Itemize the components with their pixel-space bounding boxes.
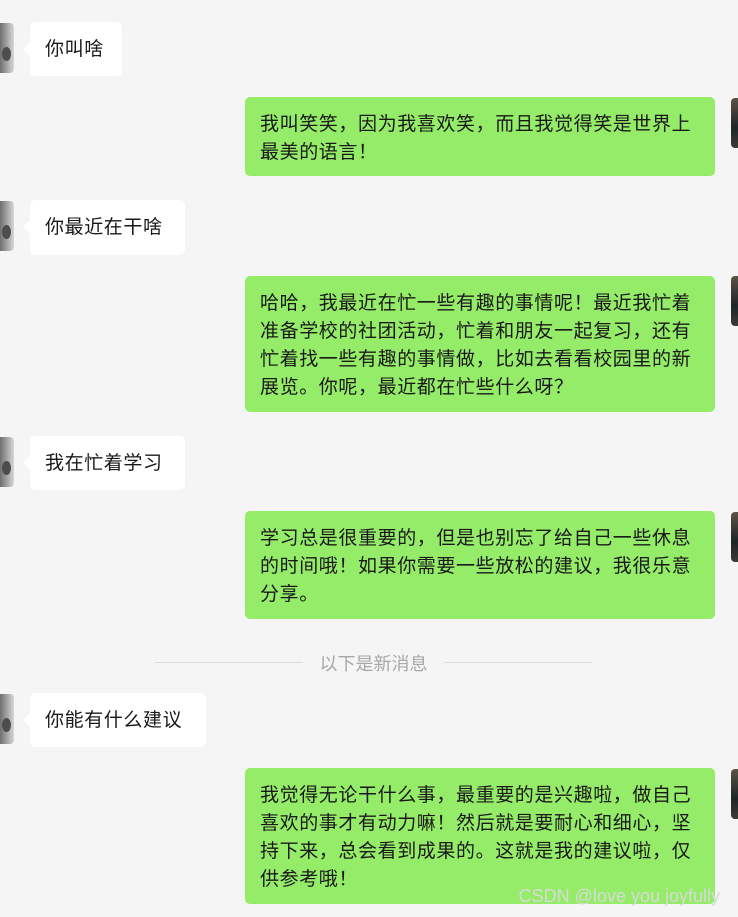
contact-avatar[interactable] [0, 23, 14, 73]
divider-line [444, 662, 592, 663]
user-avatar[interactable] [731, 512, 738, 562]
contact-avatar[interactable] [0, 201, 14, 251]
watermark: CSDN @love you joyfully [518, 886, 720, 906]
incoming-message-bubble[interactable]: 你能有什么建议 [23, 693, 206, 747]
contact-avatar[interactable] [0, 694, 14, 744]
divider-label: 以下是新消息 [319, 654, 428, 675]
outgoing-message-bubble[interactable]: 哈哈，我最近在忙一些有趣的事情呢！最近我忙着准备学校的社团活动，忙着和朋友一起复… [245, 276, 715, 412]
contact-avatar[interactable] [0, 437, 14, 487]
incoming-message-bubble[interactable]: 你最近在干啥 [23, 200, 185, 255]
new-messages-divider: 以下是新消息 [155, 648, 592, 676]
user-avatar[interactable] [731, 276, 738, 326]
incoming-message-bubble[interactable]: 你叫啥 [23, 22, 122, 76]
outgoing-message-bubble[interactable]: 我觉得无论干什么事，最重要的是兴趣啦，做自己喜欢的事才有动力嘛！然后就是要耐心和… [245, 768, 715, 904]
user-avatar[interactable] [731, 98, 738, 148]
incoming-message-bubble[interactable]: 我在忙着学习 [23, 436, 185, 490]
user-avatar[interactable] [731, 769, 738, 819]
outgoing-message-bubble[interactable]: 我叫笑笑，因为我喜欢笑，而且我觉得笑是世界上最美的语言！ [245, 97, 715, 176]
outgoing-message-bubble[interactable]: 学习总是很重要的，但是也别忘了给自己一些休息的时间哦！如果你需要一些放松的建议，… [245, 511, 715, 619]
